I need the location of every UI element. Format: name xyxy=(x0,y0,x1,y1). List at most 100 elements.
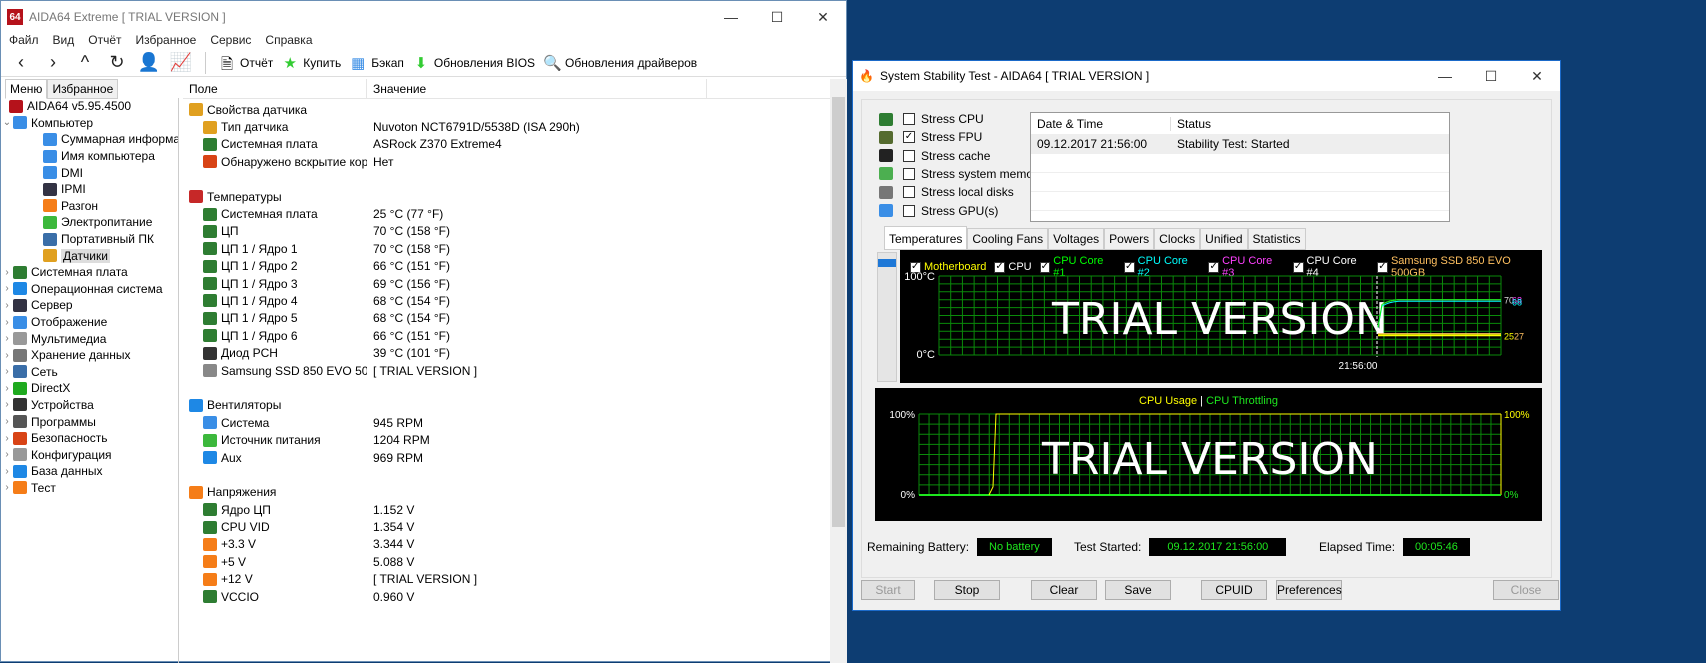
stress-option[interactable]: Stress system memory xyxy=(879,167,1043,181)
tree-item[interactable]: › Отображение xyxy=(1,314,178,331)
menu-item[interactable]: Отчёт xyxy=(88,33,121,49)
menu-item[interactable]: Избранное xyxy=(136,33,197,49)
tab-statistics[interactable]: Statistics xyxy=(1247,228,1306,250)
field-label: Aux xyxy=(221,450,242,465)
tab-powers[interactable]: Powers xyxy=(1104,228,1155,250)
preferences-button[interactable]: Preferences xyxy=(1276,580,1342,600)
column-value[interactable]: Значение xyxy=(367,79,707,98)
menu-item[interactable]: Файл xyxy=(9,33,39,49)
tab-voltages[interactable]: Voltages xyxy=(1048,228,1105,250)
expand-arrow-icon[interactable]: › xyxy=(1,283,13,294)
save-button[interactable]: Save xyxy=(1105,580,1171,600)
menu-item[interactable]: Вид xyxy=(53,33,75,49)
tab-menu[interactable]: Меню xyxy=(5,79,48,99)
tree-item[interactable]: › Системная плата xyxy=(1,264,178,281)
tree-item[interactable]: Разгон xyxy=(1,198,178,215)
driver-update-button[interactable]: 🔍 Обновления драйверов xyxy=(543,54,697,72)
tree-item[interactable]: › Хранение данных xyxy=(1,347,178,364)
tab-temperatures[interactable]: Temperatures xyxy=(884,226,968,250)
tree-item[interactable]: › Мультимедиа xyxy=(1,330,178,347)
tab-cooling-fans[interactable]: Cooling Fans xyxy=(967,228,1049,250)
tree-item[interactable]: › Тест xyxy=(1,480,178,497)
checkbox[interactable]: ✓ xyxy=(903,131,915,144)
column-field[interactable]: Поле xyxy=(183,79,367,98)
expand-arrow-icon[interactable]: › xyxy=(1,399,13,410)
checkbox[interactable] xyxy=(903,186,915,199)
expand-arrow-icon[interactable]: › xyxy=(1,466,13,477)
chart-icon[interactable]: 📈 xyxy=(169,52,193,73)
vertical-scrollbar[interactable] xyxy=(830,79,847,663)
refresh-button[interactable]: ↻ xyxy=(105,52,129,73)
tab-clocks[interactable]: Clocks xyxy=(1154,228,1201,250)
stress-option[interactable]: Stress cache xyxy=(879,149,990,163)
report-button[interactable]: 🗎 Отчёт xyxy=(218,54,273,73)
back-button[interactable]: ‹ xyxy=(9,52,33,73)
expand-arrow-icon[interactable]: › xyxy=(1,366,13,377)
minimize-button[interactable]: — xyxy=(1422,68,1468,85)
elapsed-label: Elapsed Time: xyxy=(1319,540,1396,554)
forward-button[interactable]: › xyxy=(41,52,65,73)
expand-arrow-icon[interactable]: › xyxy=(1,449,13,460)
scrollbar-thumb[interactable] xyxy=(832,97,845,527)
expand-arrow-icon[interactable]: › xyxy=(1,433,13,444)
menu-item[interactable]: Сервис xyxy=(210,33,251,49)
stress-option[interactable]: Stress CPU xyxy=(879,112,984,126)
tree-item[interactable]: › Устройства xyxy=(1,397,178,414)
tree-item[interactable]: › Сервер xyxy=(1,297,178,314)
table-row: ЦП 1 / Ядро 1 70 °C (158 °F) xyxy=(183,240,830,257)
minimize-button[interactable]: — xyxy=(708,9,754,26)
expand-arrow-icon[interactable]: › xyxy=(1,482,13,493)
stress-option[interactable]: Stress GPU(s) xyxy=(879,204,998,218)
user-icon[interactable]: 👤 xyxy=(137,52,161,73)
tree-item[interactable]: › Операционная система xyxy=(1,281,178,298)
expand-arrow-icon[interactable]: › xyxy=(1,317,13,328)
checkbox[interactable] xyxy=(903,149,915,162)
column-date-time[interactable]: Date & Time xyxy=(1031,116,1171,131)
stress-option[interactable]: Stress local disks xyxy=(879,185,1014,199)
up-button[interactable]: ^ xyxy=(73,52,97,73)
close-button[interactable]: ✕ xyxy=(1514,68,1560,85)
maximize-button[interactable]: ☐ xyxy=(754,9,800,26)
tree-item[interactable]: Суммарная информация xyxy=(1,131,178,148)
expand-arrow-icon[interactable]: › xyxy=(1,333,13,344)
checkbox[interactable] xyxy=(903,167,915,180)
close-window-button[interactable]: Close xyxy=(1493,580,1559,600)
tree-item[interactable]: AIDA64 v5.95.4500 xyxy=(1,98,178,115)
tree-item[interactable]: › Конфигурация xyxy=(1,446,178,463)
menu-item[interactable]: Справка xyxy=(265,33,312,49)
expand-arrow-icon[interactable]: › xyxy=(1,416,13,427)
tab-unified[interactable]: Unified xyxy=(1200,228,1248,250)
buy-button[interactable]: ★ Купить xyxy=(281,54,342,72)
stress-option[interactable]: ✓ Stress FPU xyxy=(879,130,982,144)
checkbox[interactable] xyxy=(903,113,915,125)
tree-item[interactable]: › DirectX xyxy=(1,380,178,397)
clear-button[interactable]: Clear xyxy=(1031,580,1097,600)
tree-item[interactable]: › Безопасность xyxy=(1,430,178,447)
checkbox[interactable] xyxy=(903,204,915,217)
expand-arrow-icon[interactable]: › xyxy=(1,383,13,394)
bios-update-button[interactable]: ⬇ Обновления BIOS xyxy=(412,54,535,72)
tree-item[interactable]: Портативный ПК xyxy=(1,231,178,248)
expand-arrow-icon[interactable]: › xyxy=(1,300,13,311)
tree-item[interactable]: › Программы xyxy=(1,413,178,430)
tab-favorites[interactable]: Избранное xyxy=(47,79,119,99)
stop-button[interactable]: Stop xyxy=(934,580,1000,600)
column-status[interactable]: Status xyxy=(1171,117,1211,131)
tree-item[interactable]: Датчики xyxy=(1,247,178,264)
expand-arrow-icon[interactable]: ⌄ xyxy=(1,117,13,128)
tree-item[interactable]: Электропитание xyxy=(1,214,178,231)
tree-item[interactable]: DMI xyxy=(1,164,178,181)
expand-arrow-icon[interactable]: › xyxy=(1,267,13,278)
maximize-button[interactable]: ☐ xyxy=(1468,68,1514,85)
expand-arrow-icon[interactable]: › xyxy=(1,350,13,361)
start-button[interactable]: Start xyxy=(861,580,915,600)
tree-item[interactable]: Имя компьютера xyxy=(1,148,178,165)
tree-item[interactable]: › База данных xyxy=(1,463,178,480)
graph-side-scroll[interactable] xyxy=(877,252,897,382)
tree-item[interactable]: IPMI xyxy=(1,181,178,198)
backup-button[interactable]: ▦ Бэкап xyxy=(349,54,404,72)
tree-item[interactable]: ⌄ Компьютер xyxy=(1,115,178,132)
close-button[interactable]: ✕ xyxy=(800,9,846,26)
tree-item[interactable]: › Сеть xyxy=(1,364,178,381)
cpuid-button[interactable]: CPUID xyxy=(1201,580,1267,600)
